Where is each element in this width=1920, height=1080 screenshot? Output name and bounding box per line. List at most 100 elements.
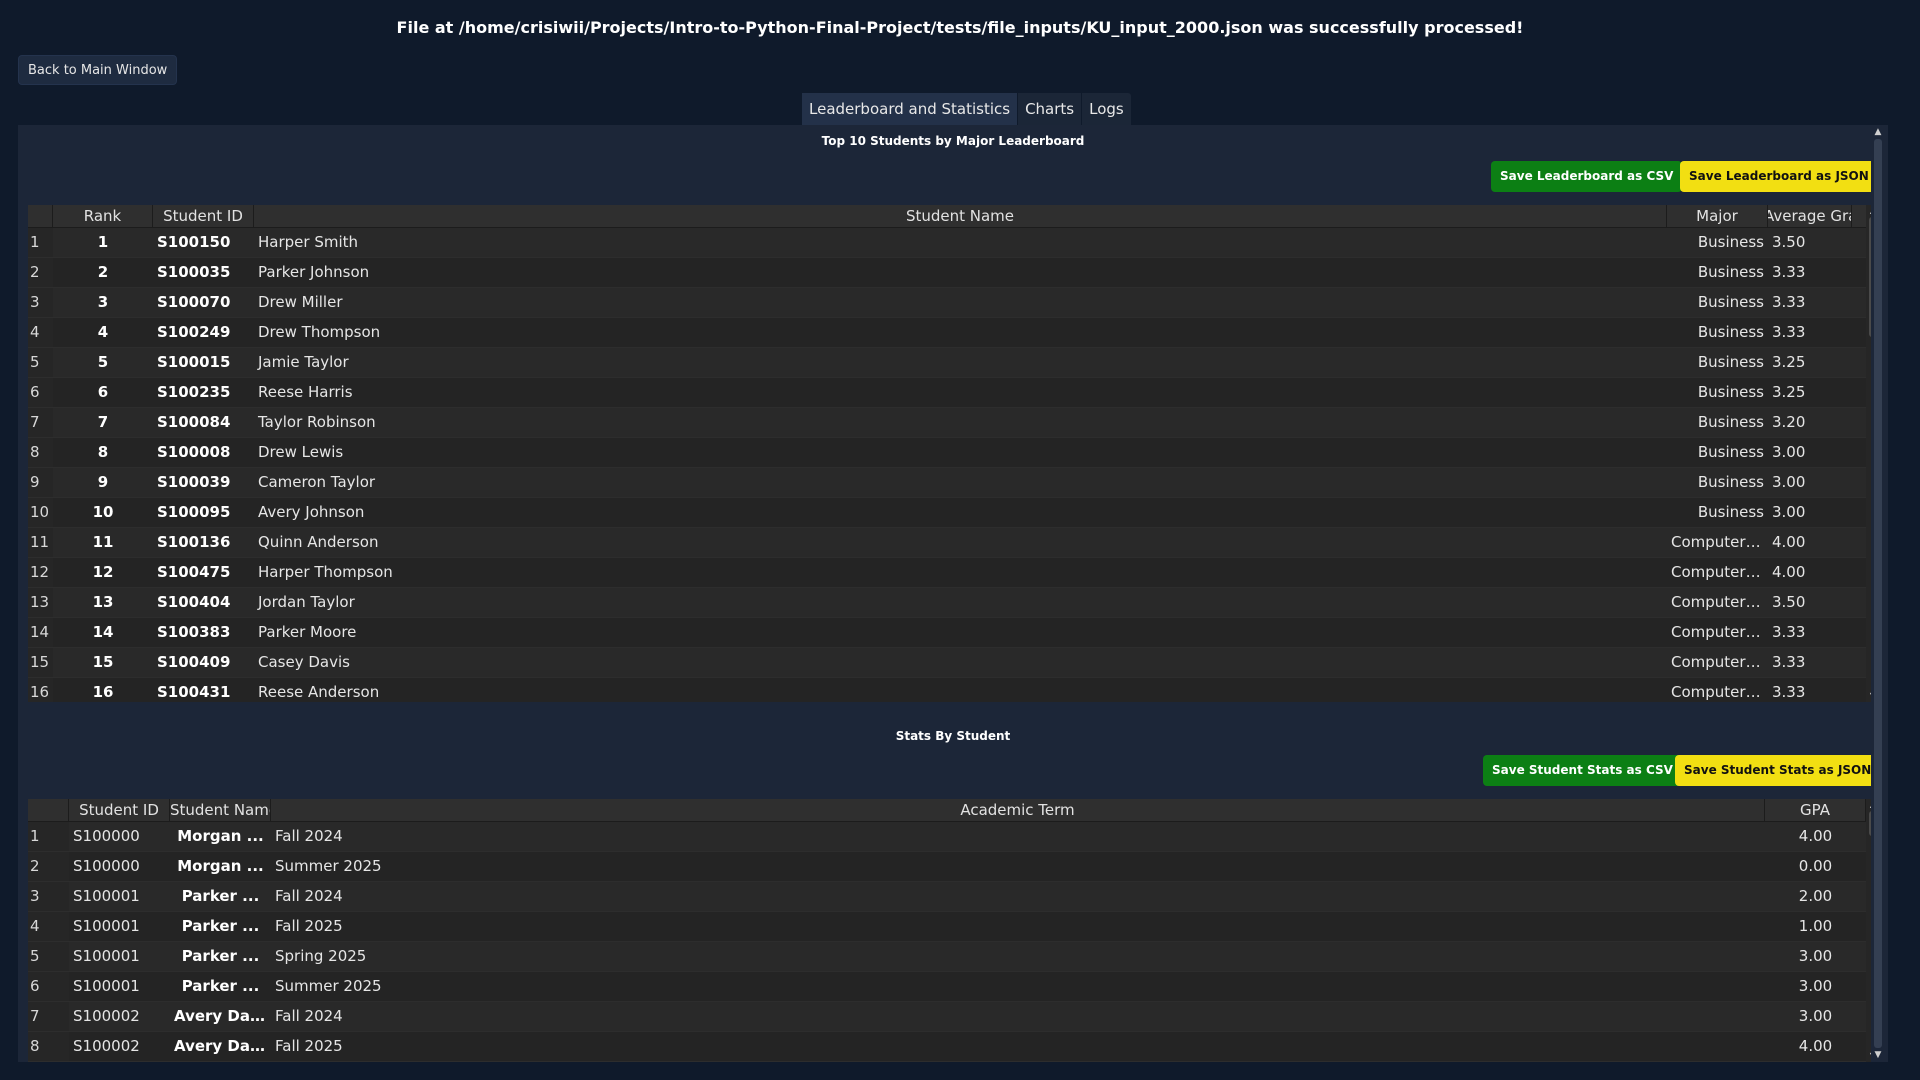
table-row[interactable]: 16 16 S100431 Reese Anderson Computer ... 3.3… <box>28 678 1866 702</box>
table-row[interactable]: 13 13 S100404 Jordan Taylor Computer ... 3.50 <box>28 588 1866 618</box>
table-row[interactable]: 6 6 S100235 Reese Harris Business 3.25 <box>28 378 1866 408</box>
student-stats-table-header: Student ID Student Name Academic Term GP… <box>28 799 1866 822</box>
cell-student-name: Morgan ... <box>177 857 264 875</box>
cell-major: Computer ... <box>1671 563 1765 581</box>
cell-average-grade: 3.00 <box>1772 443 1806 461</box>
cell-student-name: Parker ... <box>181 947 260 965</box>
cell-academic-term: Summer 2025 <box>275 857 382 875</box>
scroll-down-arrow-icon[interactable]: ▼ <box>1871 1048 1885 1062</box>
tab-charts[interactable]: Charts <box>1018 93 1083 125</box>
save-leaderboard-csv-button[interactable]: Save Leaderboard as CSV <box>1491 161 1683 192</box>
table-row[interactable]: 12 12 S100475 Harper Thompson Computer ... 4.… <box>28 558 1866 588</box>
cell-student-name: Reese Harris <box>258 383 353 401</box>
row-number: 1 <box>28 228 53 257</box>
cell-average-grade: 3.00 <box>1772 473 1806 491</box>
cell-student-id: S100070 <box>157 293 231 311</box>
cell-major: Computer ... <box>1671 533 1765 551</box>
cell-student-id: S100001 <box>73 977 140 995</box>
cell-major: Business <box>1697 233 1764 251</box>
cell-rank: 6 <box>97 383 109 401</box>
column-header-average-grade[interactable]: Average Grade <box>1768 205 1852 227</box>
cell-average-grade: 3.33 <box>1772 683 1806 701</box>
cell-student-id: S100150 <box>157 233 231 251</box>
table-row[interactable]: 3 S100001 Parker ... Fall 2024 2.00 <box>28 882 1866 912</box>
cell-average-grade: 4.00 <box>1772 533 1806 551</box>
column-header-student-id[interactable]: Student ID <box>69 799 170 821</box>
panel-scrollbar[interactable]: ▲ ▼ <box>1871 125 1885 1062</box>
table-row[interactable]: 8 8 S100008 Drew Lewis Business 3.00 <box>28 438 1866 468</box>
save-student-stats-csv-button[interactable]: Save Student Stats as CSV <box>1483 755 1682 786</box>
row-number: 6 <box>28 972 69 1001</box>
table-row[interactable]: 2 S100000 Morgan ... Summer 2025 0.00 <box>28 852 1866 882</box>
scroll-up-arrow-icon[interactable]: ▲ <box>1871 125 1885 139</box>
column-header-student-name[interactable]: Student Name <box>254 205 1667 227</box>
cell-average-grade: 3.33 <box>1772 323 1806 341</box>
cell-student-name: Harper Thompson <box>258 563 393 581</box>
cell-average-grade: 3.33 <box>1772 263 1806 281</box>
cell-student-name: Parker Moore <box>258 623 357 641</box>
tab-leaderboard-statistics[interactable]: Leaderboard and Statistics <box>802 93 1019 125</box>
cell-student-id: S100000 <box>73 827 140 845</box>
column-header-major[interactable]: Major <box>1667 205 1768 227</box>
table-row[interactable]: 1 1 S100150 Harper Smith Business 3.50 <box>28 228 1866 258</box>
cell-student-id: S100475 <box>157 563 231 581</box>
table-row[interactable]: 7 S100002 Avery Davis Fall 2024 3.00 <box>28 1002 1866 1032</box>
table-row[interactable]: 5 5 S100015 Jamie Taylor Business 3.25 <box>28 348 1866 378</box>
cell-student-name: Avery Davis <box>174 1037 271 1055</box>
cell-student-name: Drew Miller <box>258 293 343 311</box>
table-row[interactable]: 6 S100001 Parker ... Summer 2025 3.00 <box>28 972 1866 1002</box>
table-row[interactable]: 11 11 S100136 Quinn Anderson Computer ... 4.0… <box>28 528 1866 558</box>
row-number: 4 <box>28 318 53 347</box>
tab-logs[interactable]: Logs <box>1082 93 1131 125</box>
leaderboard-table: Rank Student ID Student Name Major Avera… <box>28 205 1866 702</box>
cell-student-name: Casey Davis <box>258 653 350 671</box>
row-number: 8 <box>28 1032 69 1061</box>
column-header-academic-term[interactable]: Academic Term <box>271 799 1765 821</box>
column-header-gpa[interactable]: GPA <box>1765 799 1866 821</box>
cell-major: Business <box>1697 383 1764 401</box>
table-row[interactable]: 1 S100000 Morgan ... Fall 2024 4.00 <box>28 822 1866 852</box>
column-header-student-id[interactable]: Student ID <box>153 205 254 227</box>
table-row[interactable]: 7 7 S100084 Taylor Robinson Business 3.20 <box>28 408 1866 438</box>
save-student-stats-json-button[interactable]: Save Student Stats as JSON <box>1675 755 1881 786</box>
row-number: 5 <box>28 348 53 377</box>
panel-scroll-thumb[interactable] <box>1874 139 1882 1048</box>
column-header-student-name[interactable]: Student Name <box>170 799 271 821</box>
cell-student-id: S100039 <box>157 473 231 491</box>
table-row[interactable]: 15 15 S100409 Casey Davis Computer ... 3.33 <box>28 648 1866 678</box>
cell-rank: 7 <box>97 413 109 431</box>
save-leaderboard-json-button[interactable]: Save Leaderboard as JSON <box>1680 161 1878 192</box>
cell-major: Business <box>1697 443 1764 461</box>
row-number: 12 <box>28 558 53 587</box>
cell-academic-term: Fall 2024 <box>275 827 343 845</box>
table-row[interactable]: 9 9 S100039 Cameron Taylor Business 3.00 <box>28 468 1866 498</box>
table-row[interactable]: 8 S100002 Avery Davis Fall 2025 4.00 <box>28 1032 1866 1062</box>
row-number: 13 <box>28 588 53 617</box>
table-row[interactable]: 2 2 S100035 Parker Johnson Business 3.33 <box>28 258 1866 288</box>
cell-average-grade: 4.00 <box>1772 563 1806 581</box>
back-to-main-button[interactable]: Back to Main Window <box>18 55 178 85</box>
cell-gpa: 4.00 <box>1798 1037 1833 1055</box>
cell-academic-term: Spring 2025 <box>275 947 367 965</box>
row-number: 14 <box>28 618 53 647</box>
table-row[interactable]: 3 3 S100070 Drew Miller Business 3.33 <box>28 288 1866 318</box>
cell-rank: 14 <box>92 623 114 641</box>
cell-student-name: Drew Lewis <box>258 443 344 461</box>
table-row[interactable]: 4 4 S100249 Drew Thompson Business 3.33 <box>28 318 1866 348</box>
cell-student-id: S100000 <box>73 857 140 875</box>
column-header-rank[interactable]: Rank <box>53 205 153 227</box>
cell-student-id: S100002 <box>73 1007 140 1025</box>
row-number: 8 <box>28 438 53 467</box>
cell-average-grade: 3.20 <box>1772 413 1806 431</box>
table-row[interactable]: 5 S100001 Parker ... Spring 2025 3.00 <box>28 942 1866 972</box>
cell-student-name: Parker Johnson <box>258 263 370 281</box>
leaderboard-title: Top 10 Students by Major Leaderboard <box>821 134 1085 148</box>
cell-student-id: S100235 <box>157 383 231 401</box>
table-row[interactable]: 4 S100001 Parker ... Fall 2025 1.00 <box>28 912 1866 942</box>
cell-student-id: S100409 <box>157 653 231 671</box>
cell-academic-term: Fall 2024 <box>275 887 343 905</box>
cell-student-name: Cameron Taylor <box>258 473 376 491</box>
table-row[interactable]: 10 10 S100095 Avery Johnson Business 3.00 <box>28 498 1866 528</box>
cell-academic-term: Fall 2025 <box>275 917 343 935</box>
table-row[interactable]: 14 14 S100383 Parker Moore Computer ... 3.33 <box>28 618 1866 648</box>
